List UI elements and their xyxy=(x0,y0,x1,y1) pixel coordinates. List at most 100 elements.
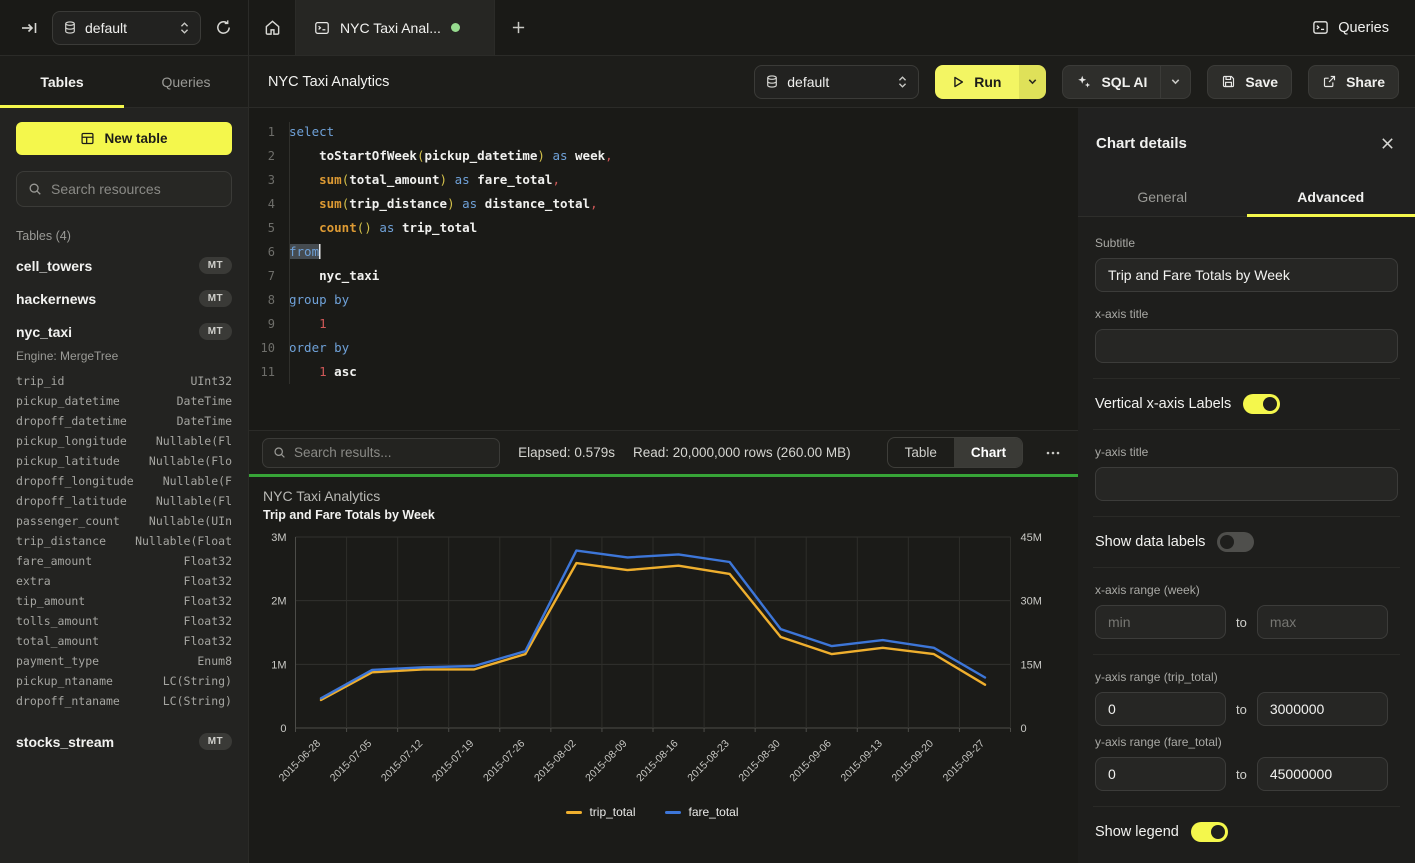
table-row-stocks-stream[interactable]: stocks_stream MT xyxy=(16,725,232,758)
run-options-caret[interactable] xyxy=(1019,65,1046,99)
code-line: 4 sum(trip_distance) as distance_total, xyxy=(249,192,1078,216)
column-type: Float32 xyxy=(184,611,232,631)
collapse-sidebar-icon[interactable] xyxy=(20,19,38,37)
engine-badge: MT xyxy=(199,323,232,340)
x-range-max-input[interactable] xyxy=(1257,605,1388,639)
code-text: sum(total_amount) as fare_total, xyxy=(289,168,560,192)
column-name: tolls_amount xyxy=(16,611,99,631)
divider xyxy=(1093,516,1400,517)
y-fare-max-input[interactable] xyxy=(1257,757,1388,791)
y-trip-max-input[interactable] xyxy=(1257,692,1388,726)
column-row: dropoff_datetimeDateTime xyxy=(16,411,232,431)
elapsed-stat: Elapsed: 0.579s xyxy=(518,445,615,460)
y-axis-left-tick: 3M xyxy=(271,532,286,544)
line-number: 3 xyxy=(249,168,275,192)
column-type: Float32 xyxy=(184,631,232,651)
x-range-min-input[interactable] xyxy=(1095,605,1226,639)
show-legend-label: Show legend xyxy=(1095,824,1179,840)
more-options-icon[interactable] xyxy=(1041,445,1065,461)
x-axis-title-input[interactable] xyxy=(1095,329,1398,363)
header-row: Tables Queries NYC Taxi Analytics defaul… xyxy=(0,56,1415,108)
panel-title: Chart details xyxy=(1096,135,1187,152)
queries-button[interactable]: Queries xyxy=(1312,19,1389,36)
run-button[interactable]: Run xyxy=(935,65,1046,99)
sidebar-tab-tables[interactable]: Tables xyxy=(0,56,124,107)
table-row-nyc-taxi[interactable]: nyc_taxi MT xyxy=(16,315,232,348)
panel-tab-advanced[interactable]: Advanced xyxy=(1247,178,1415,216)
code-line: 10order by xyxy=(249,336,1078,360)
y-fare-min-input[interactable] xyxy=(1095,757,1226,791)
code-text: order by xyxy=(289,336,349,360)
new-table-button[interactable]: New table xyxy=(16,122,232,155)
column-name: dropoff_datetime xyxy=(16,411,127,431)
y-axis-left-tick: 2M xyxy=(271,596,286,608)
chart-details-panel: Chart details General Advanced Subtitle … xyxy=(1078,108,1415,863)
table-name: stocks_stream xyxy=(16,734,114,750)
code-text: select xyxy=(289,120,334,144)
column-row: pickup_latitudeNullable(Flo xyxy=(16,451,232,471)
run-database-select[interactable]: default xyxy=(754,65,919,99)
column-type: Enum8 xyxy=(197,651,232,671)
x-axis-label: 2015-07-12 xyxy=(379,738,426,785)
show-legend-toggle[interactable] xyxy=(1191,822,1228,842)
results-search-input[interactable] xyxy=(294,445,489,460)
top-bar: default NYC Taxi Anal... xyxy=(0,0,1415,56)
sql-ai-caret[interactable] xyxy=(1160,66,1190,98)
y-axis-title-input[interactable] xyxy=(1095,467,1398,501)
y-axis-range-trip-label: y-axis range (trip_total) xyxy=(1095,670,1398,684)
tab-nyc-taxi-analytics[interactable]: NYC Taxi Anal... xyxy=(295,0,495,55)
column-list: trip_idUInt32pickup_datetimeDateTimedrop… xyxy=(16,371,232,711)
home-button[interactable] xyxy=(249,0,295,55)
code-line: 2 toStartOfWeek(pickup_datetime) as week… xyxy=(249,144,1078,168)
line-number: 9 xyxy=(249,312,275,336)
legend-label: fare_total xyxy=(688,805,738,819)
sidebar-search-input[interactable] xyxy=(51,181,220,197)
panel-tab-general[interactable]: General xyxy=(1078,178,1247,216)
sidebar-search[interactable] xyxy=(16,171,232,207)
new-table-label: New table xyxy=(104,131,167,146)
run-database-select-value: default xyxy=(787,74,889,90)
view-toggle-table[interactable]: Table xyxy=(888,438,954,467)
terminal-icon xyxy=(314,20,330,36)
save-button[interactable]: Save xyxy=(1207,65,1292,99)
table-name: cell_towers xyxy=(16,258,92,274)
x-axis-label: 2015-06-28 xyxy=(277,738,324,785)
view-toggle: Table Chart xyxy=(887,437,1023,468)
line-number: 1 xyxy=(249,120,275,144)
chart-panel: NYC Taxi Analytics Trip and Fare Totals … xyxy=(249,477,1078,863)
sidebar-tabs: Tables Queries xyxy=(0,56,249,107)
code-text: nyc_taxi xyxy=(289,264,379,288)
vertical-x-axis-labels-toggle[interactable] xyxy=(1243,394,1280,414)
legend-swatch xyxy=(566,811,582,814)
divider xyxy=(1093,567,1400,568)
database-select[interactable]: default xyxy=(52,11,201,45)
close-icon[interactable] xyxy=(1380,136,1395,151)
table-row-cell-towers[interactable]: cell_towers MT xyxy=(16,249,232,282)
y-trip-min-input[interactable] xyxy=(1095,692,1226,726)
sql-ai-button[interactable]: SQL AI xyxy=(1062,65,1191,99)
search-icon xyxy=(28,182,42,196)
subtitle-input[interactable] xyxy=(1095,258,1398,292)
column-row: dropoff_latitudeNullable(Fl xyxy=(16,491,232,511)
panel-header: Chart details xyxy=(1078,108,1415,178)
new-tab-button[interactable] xyxy=(495,0,541,55)
sidebar-tab-queries[interactable]: Queries xyxy=(124,56,248,107)
sql-editor[interactable]: 1 select2 toStartOfWeek(pickup_datetime) … xyxy=(249,108,1078,430)
show-data-labels-toggle[interactable] xyxy=(1217,532,1254,552)
legend-item-trip_total[interactable]: trip_total xyxy=(566,805,635,819)
column-type: Nullable(Float xyxy=(135,531,232,551)
gutter-divider xyxy=(289,122,290,384)
view-toggle-chart[interactable]: Chart xyxy=(954,438,1023,467)
column-name: pickup_longitude xyxy=(16,431,127,451)
column-row: tip_amountFloat32 xyxy=(16,591,232,611)
legend-item-fare_total[interactable]: fare_total xyxy=(665,805,738,819)
queries-label: Queries xyxy=(1338,20,1389,36)
tab-title: NYC Taxi Anal... xyxy=(340,20,441,36)
share-button[interactable]: Share xyxy=(1308,65,1399,99)
results-search[interactable] xyxy=(262,438,500,468)
table-row-hackernews[interactable]: hackernews MT xyxy=(16,282,232,315)
refresh-icon[interactable] xyxy=(215,19,232,36)
chart-legend: trip_total fare_total xyxy=(249,805,1056,819)
unsaved-changes-dot xyxy=(451,23,460,32)
column-type: Float32 xyxy=(184,591,232,611)
